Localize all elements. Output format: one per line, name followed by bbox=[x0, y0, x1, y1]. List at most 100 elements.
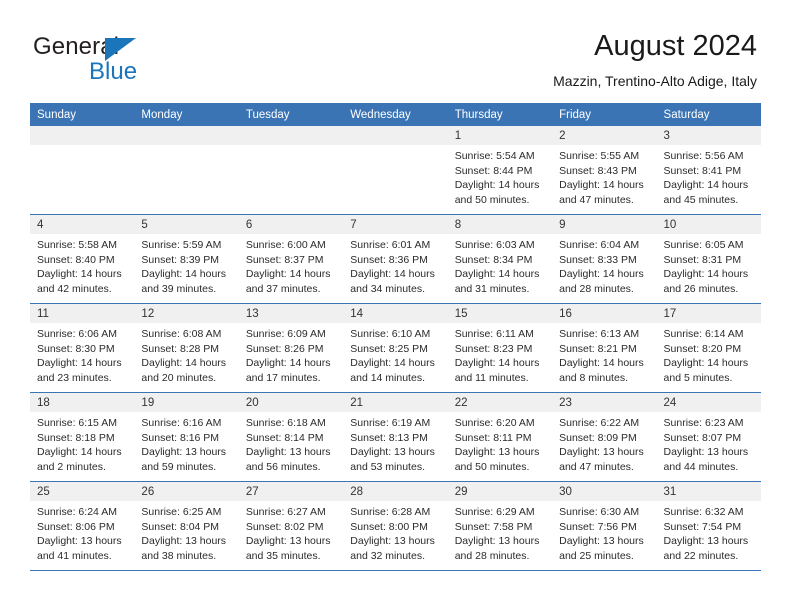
calendar-cell[interactable]: 4 Sunrise: 5:58 AM Sunset: 8:40 PM Dayli… bbox=[30, 214, 135, 304]
daylight-text-line2: and 22 minutes. bbox=[663, 549, 739, 562]
day-details bbox=[239, 145, 343, 149]
sunset-text: Sunset: 8:33 PM bbox=[559, 253, 637, 266]
day-number: 2 bbox=[552, 126, 657, 145]
calendar-cell[interactable]: 21 Sunrise: 6:19 AM Sunset: 8:13 PM Dayl… bbox=[343, 392, 448, 482]
sunset-text: Sunset: 7:58 PM bbox=[454, 520, 533, 533]
sunrise-text: Sunrise: 6:16 AM bbox=[141, 417, 222, 429]
calendar-cell[interactable]: 6 Sunrise: 6:00 AM Sunset: 8:37 PM Dayli… bbox=[238, 214, 344, 304]
sunset-text: Sunset: 8:40 PM bbox=[37, 253, 115, 266]
calendar-cell[interactable] bbox=[343, 126, 448, 215]
daylight-text-line2: and 8 minutes. bbox=[559, 371, 628, 384]
calendar-cell[interactable]: 2 Sunrise: 5:55 AM Sunset: 8:43 PM Dayli… bbox=[552, 126, 657, 215]
daylight-text-line1: Daylight: 13 hours bbox=[350, 446, 435, 459]
day-number: 7 bbox=[343, 215, 448, 234]
day-details: Sunrise: 6:09 AM Sunset: 8:26 PM Dayligh… bbox=[239, 323, 343, 385]
sunset-text: Sunset: 8:39 PM bbox=[141, 253, 220, 266]
sunrise-text: Sunrise: 6:29 AM bbox=[454, 506, 535, 518]
weekday-header-wednesday: Wednesday bbox=[343, 103, 448, 126]
daylight-text-line1: Daylight: 13 hours bbox=[559, 535, 644, 548]
calendar-cell[interactable]: 5 Sunrise: 5:59 AM Sunset: 8:39 PM Dayli… bbox=[134, 214, 239, 304]
day-number: 15 bbox=[447, 304, 553, 323]
day-number: 19 bbox=[134, 393, 239, 412]
day-number: 18 bbox=[30, 393, 135, 412]
calendar-container: Sunday Monday Tuesday Wednesday Thursday… bbox=[30, 103, 761, 571]
calendar-cell[interactable]: 19 Sunrise: 6:16 AM Sunset: 8:16 PM Dayl… bbox=[134, 392, 239, 482]
calendar-cell[interactable]: 25 Sunrise: 6:24 AM Sunset: 8:06 PM Dayl… bbox=[30, 481, 135, 571]
calendar-page: General Blue August 2024 Mazzin, Trentin… bbox=[0, 0, 792, 612]
calendar-cell[interactable]: 26 Sunrise: 6:25 AM Sunset: 8:04 PM Dayl… bbox=[134, 481, 239, 571]
calendar-cell[interactable]: 24 Sunrise: 6:23 AM Sunset: 8:07 PM Dayl… bbox=[656, 392, 761, 482]
calendar-cell[interactable]: 29 Sunrise: 6:29 AM Sunset: 7:58 PM Dayl… bbox=[447, 481, 553, 571]
calendar-week-row: 4 Sunrise: 5:58 AM Sunset: 8:40 PM Dayli… bbox=[30, 214, 761, 304]
calendar-week-row: 11 Sunrise: 6:06 AM Sunset: 8:30 PM Dayl… bbox=[30, 303, 761, 393]
daylight-text-line2: and 44 minutes. bbox=[663, 460, 739, 473]
calendar-cell[interactable] bbox=[30, 126, 135, 215]
day-details: Sunrise: 6:04 AM Sunset: 8:33 PM Dayligh… bbox=[552, 234, 656, 296]
daylight-text-line2: and 35 minutes. bbox=[245, 549, 321, 562]
calendar-cell[interactable] bbox=[238, 126, 344, 215]
calendar-cell[interactable]: 12 Sunrise: 6:08 AM Sunset: 8:28 PM Dayl… bbox=[134, 303, 239, 393]
sunset-text: Sunset: 8:00 PM bbox=[350, 520, 428, 533]
day-number: 31 bbox=[656, 482, 761, 501]
daylight-text-line2: and 2 minutes. bbox=[37, 460, 106, 473]
day-number: 23 bbox=[552, 393, 657, 412]
sunrise-text: Sunrise: 6:14 AM bbox=[663, 328, 744, 340]
calendar-cell[interactable]: 17 Sunrise: 6:14 AM Sunset: 8:20 PM Dayl… bbox=[656, 303, 761, 393]
daylight-text-line1: Daylight: 13 hours bbox=[141, 535, 227, 548]
calendar-cell[interactable]: 14 Sunrise: 6:10 AM Sunset: 8:25 PM Dayl… bbox=[343, 303, 448, 393]
brand-logo[interactable]: General Blue bbox=[33, 33, 253, 89]
sunset-text: Sunset: 8:11 PM bbox=[454, 431, 532, 444]
sunrise-text: Sunrise: 5:59 AM bbox=[141, 239, 222, 251]
daylight-text-line1: Daylight: 14 hours bbox=[663, 268, 749, 281]
calendar-cell[interactable]: 16 Sunrise: 6:13 AM Sunset: 8:21 PM Dayl… bbox=[552, 303, 657, 393]
day-details: Sunrise: 6:20 AM Sunset: 8:11 PM Dayligh… bbox=[448, 412, 552, 474]
calendar-cell[interactable]: 22 Sunrise: 6:20 AM Sunset: 8:11 PM Dayl… bbox=[447, 392, 553, 482]
calendar-cell[interactable]: 28 Sunrise: 6:28 AM Sunset: 8:00 PM Dayl… bbox=[343, 481, 448, 571]
calendar-cell[interactable]: 11 Sunrise: 6:06 AM Sunset: 8:30 PM Dayl… bbox=[30, 303, 135, 393]
day-details: Sunrise: 6:01 AM Sunset: 8:36 PM Dayligh… bbox=[343, 234, 447, 296]
sunset-text: Sunset: 7:54 PM bbox=[663, 520, 742, 533]
daylight-text-line1: Daylight: 14 hours bbox=[559, 357, 644, 370]
calendar-cell[interactable] bbox=[134, 126, 239, 215]
day-details: Sunrise: 6:23 AM Sunset: 8:07 PM Dayligh… bbox=[657, 412, 761, 474]
calendar-cell[interactable]: 8 Sunrise: 6:03 AM Sunset: 8:34 PM Dayli… bbox=[447, 214, 553, 304]
calendar-cell[interactable]: 10 Sunrise: 6:05 AM Sunset: 8:31 PM Dayl… bbox=[656, 214, 761, 304]
calendar-cell[interactable]: 3 Sunrise: 5:56 AM Sunset: 8:41 PM Dayli… bbox=[656, 126, 761, 215]
sunrise-text: Sunrise: 6:08 AM bbox=[141, 328, 222, 340]
day-number: 14 bbox=[343, 304, 448, 323]
daylight-text-line1: Daylight: 13 hours bbox=[663, 446, 749, 459]
sunrise-text: Sunrise: 6:13 AM bbox=[559, 328, 640, 340]
daylight-text-line2: and 38 minutes. bbox=[141, 549, 217, 562]
calendar-cell[interactable]: 20 Sunrise: 6:18 AM Sunset: 8:14 PM Dayl… bbox=[238, 392, 344, 482]
weekday-header-thursday: Thursday bbox=[447, 103, 553, 126]
calendar-cell[interactable]: 1 Sunrise: 5:54 AM Sunset: 8:44 PM Dayli… bbox=[447, 126, 553, 215]
calendar-cell[interactable]: 18 Sunrise: 6:15 AM Sunset: 8:18 PM Dayl… bbox=[30, 392, 135, 482]
sunset-text: Sunset: 8:23 PM bbox=[454, 342, 533, 355]
sunrise-text: Sunrise: 6:11 AM bbox=[454, 328, 534, 340]
calendar-cell[interactable]: 9 Sunrise: 6:04 AM Sunset: 8:33 PM Dayli… bbox=[552, 214, 657, 304]
day-number: 27 bbox=[238, 482, 344, 501]
day-number: 28 bbox=[343, 482, 448, 501]
sunrise-text: Sunrise: 6:10 AM bbox=[350, 328, 431, 340]
weekday-header-saturday: Saturday bbox=[656, 103, 761, 126]
sunset-text: Sunset: 8:31 PM bbox=[663, 253, 742, 266]
calendar-header-row: Sunday Monday Tuesday Wednesday Thursday… bbox=[30, 103, 761, 126]
calendar-body: 1 Sunrise: 5:54 AM Sunset: 8:44 PM Dayli… bbox=[30, 126, 761, 571]
calendar-cell[interactable]: 27 Sunrise: 6:27 AM Sunset: 8:02 PM Dayl… bbox=[238, 481, 344, 571]
daylight-text-line2: and 5 minutes. bbox=[663, 371, 733, 384]
calendar-cell[interactable]: 31 Sunrise: 6:32 AM Sunset: 7:54 PM Dayl… bbox=[656, 481, 761, 571]
day-details: Sunrise: 6:14 AM Sunset: 8:20 PM Dayligh… bbox=[657, 323, 761, 385]
daylight-text-line2: and 59 minutes. bbox=[141, 460, 217, 473]
calendar-cell[interactable]: 23 Sunrise: 6:22 AM Sunset: 8:09 PM Dayl… bbox=[552, 392, 657, 482]
calendar-cell[interactable]: 30 Sunrise: 6:30 AM Sunset: 7:56 PM Dayl… bbox=[552, 481, 657, 571]
daylight-text-line1: Daylight: 14 hours bbox=[454, 357, 540, 370]
calendar-cell[interactable]: 7 Sunrise: 6:01 AM Sunset: 8:36 PM Dayli… bbox=[343, 214, 448, 304]
daylight-text-line2: and 56 minutes. bbox=[245, 460, 321, 473]
day-details: Sunrise: 6:08 AM Sunset: 8:28 PM Dayligh… bbox=[134, 323, 238, 385]
day-details: Sunrise: 6:00 AM Sunset: 8:37 PM Dayligh… bbox=[239, 234, 343, 296]
daylight-text-line1: Daylight: 13 hours bbox=[454, 535, 540, 548]
calendar-cell[interactable]: 13 Sunrise: 6:09 AM Sunset: 8:26 PM Dayl… bbox=[238, 303, 344, 393]
calendar-cell[interactable]: 15 Sunrise: 6:11 AM Sunset: 8:23 PM Dayl… bbox=[447, 303, 553, 393]
sunrise-text: Sunrise: 6:30 AM bbox=[559, 506, 640, 518]
daylight-text-line1: Daylight: 13 hours bbox=[454, 446, 540, 459]
